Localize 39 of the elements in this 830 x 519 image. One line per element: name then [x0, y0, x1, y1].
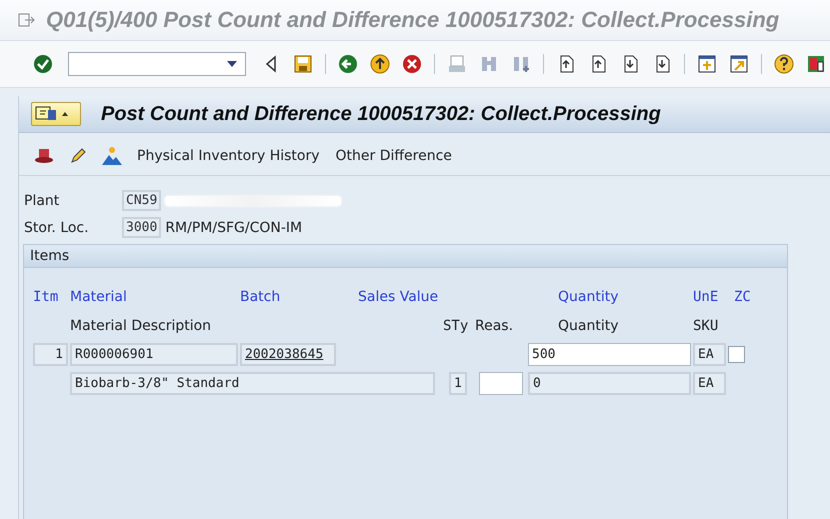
item-number-cell: 1 — [33, 343, 68, 366]
column-header: Material — [70, 288, 128, 304]
column-header: UnE — [693, 288, 720, 304]
column-header: Quantity — [557, 318, 620, 334]
batch-link[interactable]: 2002038645 — [240, 343, 336, 366]
toolbar-button[interactable]: Other Difference — [332, 146, 456, 166]
zc-checkbox[interactable] — [728, 346, 745, 363]
screen-title: Post Count and Difference 1000517302: Collect.Processing — [101, 102, 661, 126]
field-label: Stor. Loc. — [24, 220, 90, 236]
column-header: Material Description — [70, 318, 212, 334]
field-label: Plant — [24, 192, 60, 208]
window-title: Q01(5)/400 Post Count and Difference 1000517302: Collect.Processing — [46, 7, 780, 33]
column-header: Reas. — [475, 318, 514, 334]
caret-icon — [62, 112, 68, 116]
column-header: ZC — [733, 288, 752, 304]
column-header: STy — [443, 318, 470, 334]
material-cell: R000006901 — [70, 343, 238, 366]
menu-button[interactable] — [31, 102, 81, 126]
quantity-input[interactable]: 500 — [528, 343, 691, 366]
reason-input[interactable] — [478, 372, 522, 395]
command-field[interactable] — [68, 52, 246, 76]
column-header: SKU — [693, 318, 720, 334]
dropdown-caret-icon[interactable] — [227, 61, 237, 67]
book-quantity-cell: 0 — [528, 372, 691, 395]
unit-cell: EA — [693, 372, 726, 395]
stock-type-cell: 1 — [449, 372, 467, 395]
column-header: Batch — [240, 288, 282, 304]
toolbar-button[interactable]: Physical Inventory History — [133, 146, 324, 166]
key-field: CN59 — [122, 190, 162, 211]
items-title: Items — [30, 248, 70, 264]
description-cell: Biobarb-3/8" Standard — [70, 372, 435, 395]
key-field: 3000 — [122, 217, 162, 238]
column-header: Sales Value — [358, 288, 440, 304]
window-menu-icon[interactable] — [18, 13, 36, 27]
unit-cell: EA — [693, 343, 726, 366]
field-description: RM/PM/SFG/CON-IM — [165, 220, 302, 236]
column-header: Itm — [33, 288, 60, 304]
document-icon — [34, 105, 58, 123]
column-header: Quantity — [557, 288, 620, 304]
